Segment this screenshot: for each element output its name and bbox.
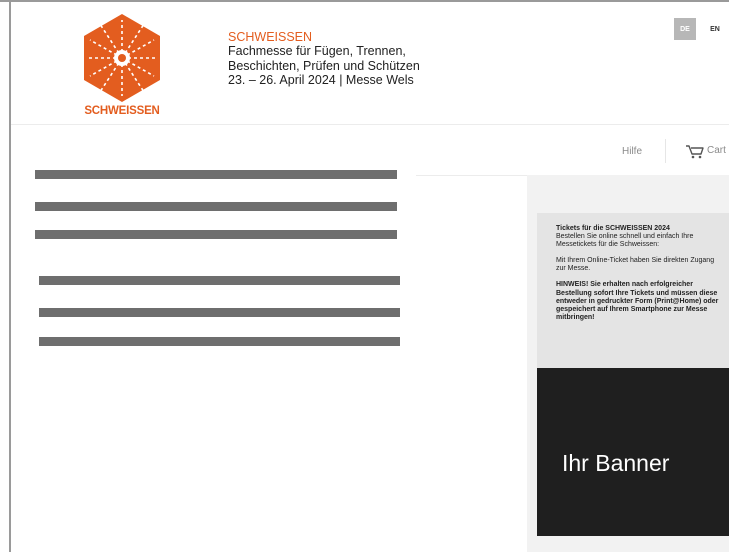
ad-banner[interactable]: Ihr Banner bbox=[537, 368, 729, 536]
schweissen-logo-icon[interactable] bbox=[80, 14, 164, 118]
window-frame-left bbox=[9, 0, 11, 552]
logo-wordmark: SCHWEISSEN bbox=[84, 105, 160, 117]
ticket-info-access: Mit Ihrem Online-Ticket haben Sie direkt… bbox=[556, 257, 715, 273]
event-tagline-line1: Fachmesse für Fügen, Trennen, bbox=[228, 44, 406, 59]
banner-label: Ihr Banner bbox=[562, 450, 670, 476]
placeholder-line bbox=[35, 170, 397, 179]
placeholder-line bbox=[35, 230, 397, 239]
event-dates: 23. – 26. April 2024 | Messe Wels bbox=[228, 72, 414, 87]
event-info: SCHWEISSEN Fachmesse für Fügen, Trennen,… bbox=[228, 30, 420, 87]
ticket-info-intro: Bestellen Sie online schnell und einfach… bbox=[556, 233, 694, 249]
placeholder-line bbox=[35, 202, 397, 211]
placeholder-line bbox=[39, 276, 400, 285]
content-top-divider bbox=[416, 175, 527, 176]
language-de-button[interactable]: DE bbox=[674, 18, 696, 40]
ticket-info-text: Tickets für die SCHWEISSEN 2024 Bestelle… bbox=[556, 225, 721, 322]
nav-separator bbox=[665, 139, 666, 163]
ticket-info-notice: HINWEIS! Sie erhalten nach erfolgreicher… bbox=[556, 281, 719, 321]
shopping-cart-icon[interactable] bbox=[685, 143, 705, 159]
help-link[interactable]: Hilfe bbox=[622, 146, 642, 157]
language-en-button[interactable]: EN bbox=[704, 18, 726, 40]
event-tagline-line2: Beschichten, Prüfen und Schützen bbox=[228, 58, 420, 73]
header-divider bbox=[11, 124, 729, 125]
event-name: SCHWEISSEN bbox=[228, 30, 313, 44]
placeholder-line bbox=[39, 308, 400, 317]
ticket-info-heading: Tickets für die SCHWEISSEN 2024 bbox=[556, 225, 670, 232]
placeholder-line bbox=[39, 337, 400, 346]
window-frame-top bbox=[0, 0, 729, 2]
cart-link[interactable]: Cart bbox=[707, 145, 726, 156]
